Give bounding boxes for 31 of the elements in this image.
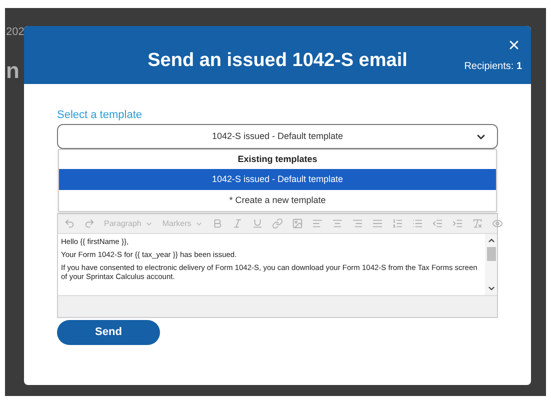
recipients-count: Recipients: 1 xyxy=(464,60,522,74)
link-icon[interactable] xyxy=(272,218,284,229)
scroll-thumb[interactable] xyxy=(486,246,496,260)
outdent-icon[interactable] xyxy=(432,218,444,229)
align-center-icon[interactable] xyxy=(332,218,344,229)
align-right-icon[interactable] xyxy=(352,218,364,229)
align-left-icon[interactable] xyxy=(312,218,324,229)
background-text: n xyxy=(6,58,20,84)
indent-icon[interactable] xyxy=(452,218,464,229)
template-select[interactable]: 1042-S issued - Default template xyxy=(57,124,498,149)
dropdown-option[interactable]: * Create a new template xyxy=(59,190,496,211)
numbered-list-icon[interactable] xyxy=(392,218,404,229)
group-header: Existing templates xyxy=(236,152,318,166)
modal-title: Send an issued 1042-S email xyxy=(148,48,408,73)
send-button[interactable]: Send xyxy=(57,320,160,345)
close-icon[interactable] xyxy=(507,38,521,52)
image-icon[interactable] xyxy=(292,218,304,229)
align-justify-icon[interactable] xyxy=(372,218,384,229)
scroll-down-icon[interactable] xyxy=(486,284,496,293)
bold-icon[interactable] xyxy=(212,218,224,229)
preview-icon[interactable] xyxy=(492,218,504,229)
italic-icon[interactable] xyxy=(232,218,244,229)
background-text: 202 xyxy=(6,25,24,40)
underline-icon[interactable] xyxy=(252,218,264,229)
dropdown-option[interactable]: 1042-S issued - Default template xyxy=(59,169,496,190)
scroll-up-icon[interactable] xyxy=(486,236,496,245)
undo-icon[interactable] xyxy=(64,218,75,229)
clear-format-icon[interactable] xyxy=(472,218,484,229)
redo-icon[interactable] xyxy=(84,218,95,229)
field-label: Select a template xyxy=(57,108,143,122)
bullet-list-icon[interactable] xyxy=(412,218,424,229)
